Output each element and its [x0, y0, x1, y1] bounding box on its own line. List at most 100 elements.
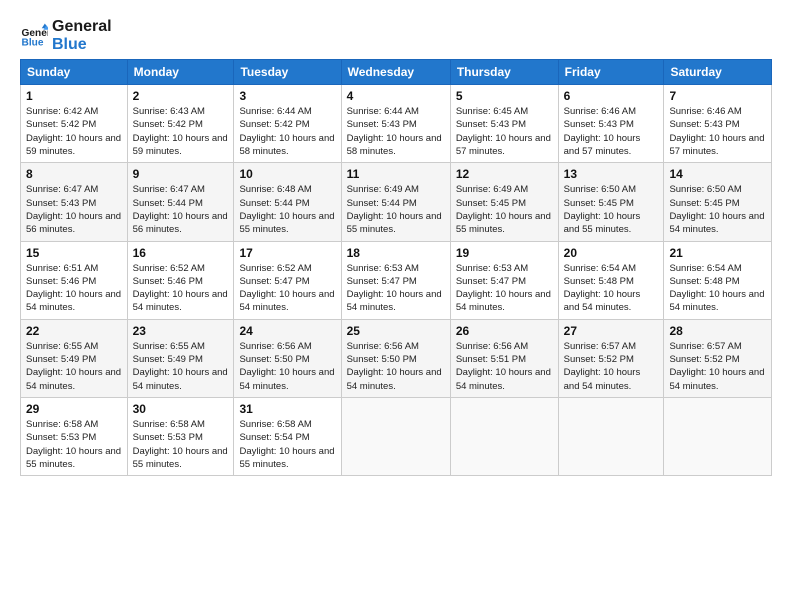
day-info: Sunrise: 6:46 AMSunset: 5:43 PMDaylight:…	[564, 105, 659, 158]
day-number: 10	[239, 167, 335, 181]
calendar-header-thursday: Thursday	[450, 60, 558, 85]
day-number: 18	[347, 246, 445, 260]
calendar-header-tuesday: Tuesday	[234, 60, 341, 85]
day-number: 23	[133, 324, 229, 338]
day-number: 25	[347, 324, 445, 338]
day-number: 8	[26, 167, 122, 181]
day-info: Sunrise: 6:52 AMSunset: 5:47 PMDaylight:…	[239, 262, 335, 315]
day-info: Sunrise: 6:57 AMSunset: 5:52 PMDaylight:…	[564, 340, 659, 393]
calendar-cell: 3 Sunrise: 6:44 AMSunset: 5:42 PMDaylight…	[234, 85, 341, 163]
day-info: Sunrise: 6:46 AMSunset: 5:43 PMDaylight:…	[669, 105, 766, 158]
calendar-cell: 7 Sunrise: 6:46 AMSunset: 5:43 PMDaylight…	[664, 85, 772, 163]
calendar-page: General Blue General Blue SundayMondayTu…	[0, 0, 792, 612]
calendar-cell: 17 Sunrise: 6:52 AMSunset: 5:47 PMDayligh…	[234, 241, 341, 319]
calendar-cell: 16 Sunrise: 6:52 AMSunset: 5:46 PMDayligh…	[127, 241, 234, 319]
logo: General Blue General Blue	[20, 18, 112, 53]
day-number: 29	[26, 402, 122, 416]
day-info: Sunrise: 6:43 AMSunset: 5:42 PMDaylight:…	[133, 105, 229, 158]
day-info: Sunrise: 6:47 AMSunset: 5:43 PMDaylight:…	[26, 183, 122, 236]
calendar-cell: 2 Sunrise: 6:43 AMSunset: 5:42 PMDaylight…	[127, 85, 234, 163]
calendar-header-friday: Friday	[558, 60, 664, 85]
day-info: Sunrise: 6:49 AMSunset: 5:45 PMDaylight:…	[456, 183, 553, 236]
day-info: Sunrise: 6:55 AMSunset: 5:49 PMDaylight:…	[26, 340, 122, 393]
day-number: 12	[456, 167, 553, 181]
day-number: 3	[239, 89, 335, 103]
day-info: Sunrise: 6:44 AMSunset: 5:43 PMDaylight:…	[347, 105, 445, 158]
day-number: 11	[347, 167, 445, 181]
day-info: Sunrise: 6:44 AMSunset: 5:42 PMDaylight:…	[239, 105, 335, 158]
calendar-header-sunday: Sunday	[21, 60, 128, 85]
calendar-cell: 28Sunrise: 6:57 AMSunset: 5:52 PMDayligh…	[664, 319, 772, 397]
calendar-cell: 22 Sunrise: 6:55 AMSunset: 5:49 PMDayligh…	[21, 319, 128, 397]
day-number: 6	[564, 89, 659, 103]
calendar-cell: 11 Sunrise: 6:49 AMSunset: 5:44 PMDayligh…	[341, 163, 450, 241]
day-number: 26	[456, 324, 553, 338]
calendar-week-row: 29 Sunrise: 6:58 AMSunset: 5:53 PMDayligh…	[21, 397, 772, 475]
day-info: Sunrise: 6:53 AMSunset: 5:47 PMDaylight:…	[347, 262, 445, 315]
calendar-cell: 5 Sunrise: 6:45 AMSunset: 5:43 PMDaylight…	[450, 85, 558, 163]
day-info: Sunrise: 6:50 AMSunset: 5:45 PMDaylight:…	[669, 183, 766, 236]
day-number: 30	[133, 402, 229, 416]
day-info: Sunrise: 6:56 AMSunset: 5:51 PMDaylight:…	[456, 340, 553, 393]
day-number: 27	[564, 324, 659, 338]
day-number: 15	[26, 246, 122, 260]
day-info: Sunrise: 6:48 AMSunset: 5:44 PMDaylight:…	[239, 183, 335, 236]
day-info: Sunrise: 6:45 AMSunset: 5:43 PMDaylight:…	[456, 105, 553, 158]
day-info: Sunrise: 6:52 AMSunset: 5:46 PMDaylight:…	[133, 262, 229, 315]
calendar-header-row: SundayMondayTuesdayWednesdayThursdayFrid…	[21, 60, 772, 85]
day-info: Sunrise: 6:56 AMSunset: 5:50 PMDaylight:…	[347, 340, 445, 393]
calendar-cell: 12 Sunrise: 6:49 AMSunset: 5:45 PMDayligh…	[450, 163, 558, 241]
day-info: Sunrise: 6:56 AMSunset: 5:50 PMDaylight:…	[239, 340, 335, 393]
calendar-cell: 15Sunrise: 6:51 AMSunset: 5:46 PMDayligh…	[21, 241, 128, 319]
calendar-week-row: 15Sunrise: 6:51 AMSunset: 5:46 PMDayligh…	[21, 241, 772, 319]
calendar-cell: 18 Sunrise: 6:53 AMSunset: 5:47 PMDayligh…	[341, 241, 450, 319]
header: General Blue General Blue	[20, 18, 772, 53]
logo-text-blue: Blue	[52, 36, 112, 54]
calendar-table: SundayMondayTuesdayWednesdayThursdayFrid…	[20, 59, 772, 476]
day-info: Sunrise: 6:58 AMSunset: 5:53 PMDaylight:…	[133, 418, 229, 471]
day-info: Sunrise: 6:58 AMSunset: 5:53 PMDaylight:…	[26, 418, 122, 471]
day-number: 22	[26, 324, 122, 338]
calendar-cell	[558, 397, 664, 475]
day-number: 5	[456, 89, 553, 103]
day-info: Sunrise: 6:47 AMSunset: 5:44 PMDaylight:…	[133, 183, 229, 236]
day-number: 28	[669, 324, 766, 338]
calendar-week-row: 22 Sunrise: 6:55 AMSunset: 5:49 PMDayligh…	[21, 319, 772, 397]
calendar-cell: 25 Sunrise: 6:56 AMSunset: 5:50 PMDayligh…	[341, 319, 450, 397]
calendar-week-row: 8 Sunrise: 6:47 AMSunset: 5:43 PMDaylight…	[21, 163, 772, 241]
day-number: 13	[564, 167, 659, 181]
day-info: Sunrise: 6:42 AMSunset: 5:42 PMDaylight:…	[26, 105, 122, 158]
day-number: 16	[133, 246, 229, 260]
day-number: 17	[239, 246, 335, 260]
calendar-cell: 6 Sunrise: 6:46 AMSunset: 5:43 PMDaylight…	[558, 85, 664, 163]
day-number: 2	[133, 89, 229, 103]
calendar-header-wednesday: Wednesday	[341, 60, 450, 85]
calendar-cell: 20Sunrise: 6:54 AMSunset: 5:48 PMDayligh…	[558, 241, 664, 319]
calendar-cell: 1Sunrise: 6:42 AMSunset: 5:42 PMDaylight…	[21, 85, 128, 163]
calendar-cell: 24Sunrise: 6:56 AMSunset: 5:50 PMDayligh…	[234, 319, 341, 397]
calendar-cell: 26 Sunrise: 6:56 AMSunset: 5:51 PMDayligh…	[450, 319, 558, 397]
day-number: 31	[239, 402, 335, 416]
logo-icon: General Blue	[20, 22, 48, 50]
calendar-cell: 31 Sunrise: 6:58 AMSunset: 5:54 PMDayligh…	[234, 397, 341, 475]
calendar-week-row: 1Sunrise: 6:42 AMSunset: 5:42 PMDaylight…	[21, 85, 772, 163]
svg-text:Blue: Blue	[22, 37, 44, 48]
calendar-cell: 29 Sunrise: 6:58 AMSunset: 5:53 PMDayligh…	[21, 397, 128, 475]
calendar-header-monday: Monday	[127, 60, 234, 85]
day-info: Sunrise: 6:55 AMSunset: 5:49 PMDaylight:…	[133, 340, 229, 393]
day-number: 19	[456, 246, 553, 260]
calendar-cell: 27 Sunrise: 6:57 AMSunset: 5:52 PMDayligh…	[558, 319, 664, 397]
calendar-cell: 8 Sunrise: 6:47 AMSunset: 5:43 PMDaylight…	[21, 163, 128, 241]
day-number: 4	[347, 89, 445, 103]
calendar-cell	[450, 397, 558, 475]
calendar-cell: 10 Sunrise: 6:48 AMSunset: 5:44 PMDayligh…	[234, 163, 341, 241]
day-info: Sunrise: 6:58 AMSunset: 5:54 PMDaylight:…	[239, 418, 335, 471]
day-number: 9	[133, 167, 229, 181]
calendar-cell: 4 Sunrise: 6:44 AMSunset: 5:43 PMDaylight…	[341, 85, 450, 163]
day-number: 21	[669, 246, 766, 260]
day-number: 14	[669, 167, 766, 181]
calendar-cell: 14 Sunrise: 6:50 AMSunset: 5:45 PMDayligh…	[664, 163, 772, 241]
day-info: Sunrise: 6:49 AMSunset: 5:44 PMDaylight:…	[347, 183, 445, 236]
calendar-cell	[341, 397, 450, 475]
day-number: 7	[669, 89, 766, 103]
